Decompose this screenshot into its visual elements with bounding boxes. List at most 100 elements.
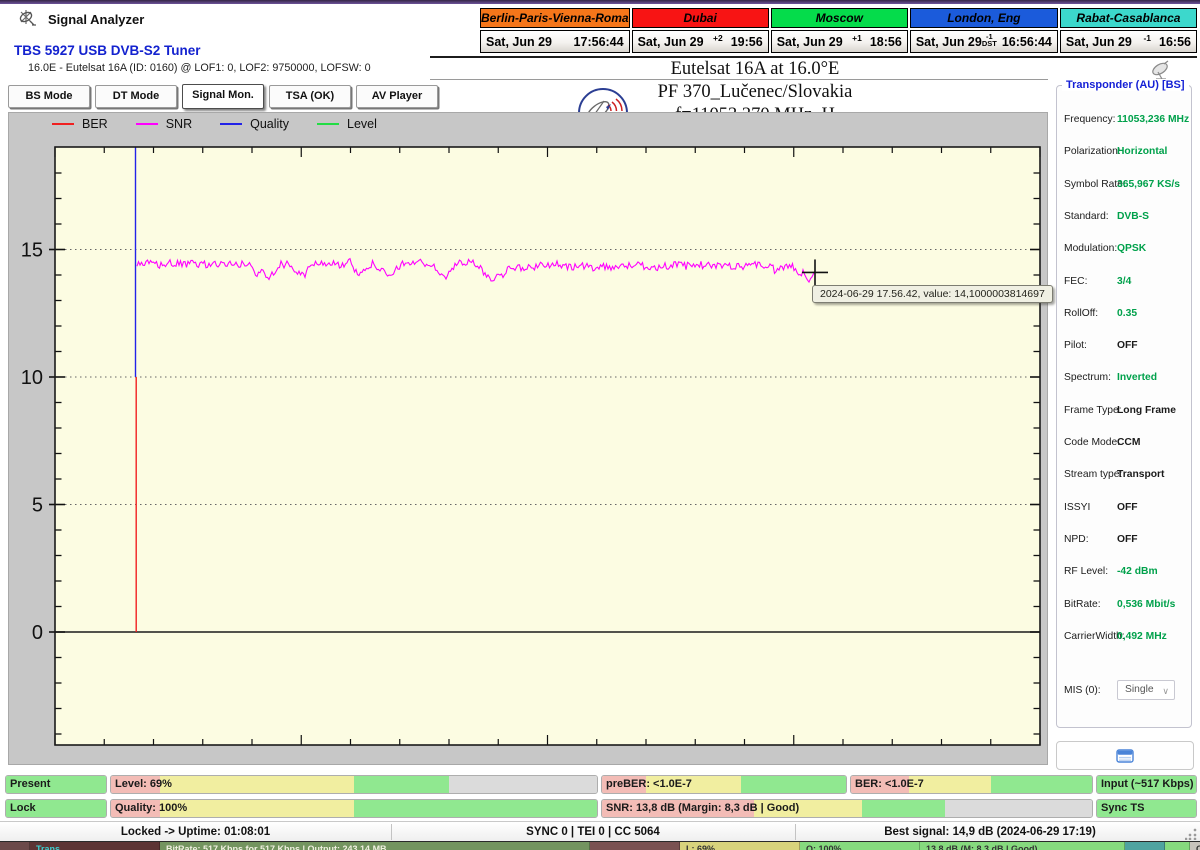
transponder-value-code-mode: CCM xyxy=(1117,437,1141,448)
status-bar-quality-100: Quality: 100% xyxy=(110,799,598,818)
tab-tsa-ok[interactable]: TSA (OK) xyxy=(269,85,351,108)
clock-zone-london-eng: London, Eng Sat, Jun 29 -1 DST 16:56:44 xyxy=(909,8,1058,53)
satellite-title: Eutelsat 16A at 16.0°E xyxy=(670,59,840,79)
clock-utc-offset: -1 xyxy=(1143,32,1152,43)
strip-segment: L: 69% xyxy=(680,842,800,850)
clock-dst-offset: -1 DST xyxy=(981,32,997,48)
world-clocks: Berlin-Paris-Vienna-Roma Sat, Jun 29 17:56… xyxy=(480,8,1198,53)
transponder-value-issyi: OFF xyxy=(1117,501,1138,513)
transponder-value-frequency: 11053,236 MHz xyxy=(1117,114,1190,125)
statusbar-uptime: Locked -> Uptime: 01:08:01 xyxy=(120,826,271,838)
transponder-value-rolloff: 0.35 xyxy=(1117,307,1138,319)
clock-city-label: Berlin-Paris-Vienna-Roma xyxy=(480,8,630,28)
transponder-value-pilot: OFF xyxy=(1117,340,1138,352)
clock-date: Sat, Jun 29 xyxy=(486,34,552,49)
status-bar-snr-13-8-db-margin-8-3-db-good: SNR: 13,8 dB (Margin: 8,3 dB | Good) xyxy=(601,799,1093,818)
clock-time-cell: Sat, Jun 29 -1 16:56 xyxy=(1059,30,1198,53)
tab-signal-mon[interactable]: Signal Mon. xyxy=(182,84,264,109)
signal-chart[interactable]: 0 5 10 15 xyxy=(8,112,1048,765)
satellite-dish-small-icon xyxy=(1152,60,1169,80)
strip-segment: Q: 100% xyxy=(800,842,920,850)
statusbar: Locked -> Uptime: 01:08:01 SYNC 0 | TEI … xyxy=(0,821,1200,841)
transponder-label-issyi: ISSYI xyxy=(1064,501,1091,513)
strip-segment: Control xyxy=(1190,842,1200,850)
bar-segment-gray xyxy=(945,800,1092,817)
status-bar-present: Present xyxy=(5,775,107,794)
transponder-label-bitrate: BitRate: xyxy=(1064,598,1101,610)
chart-tooltip: 2024-06-29 17.56.42, value: 14,100000381… xyxy=(812,285,1053,303)
clock-date: Sat, Jun 29 xyxy=(776,34,843,49)
transponder-label-rf-level: RF Level: xyxy=(1064,566,1109,578)
transponder-panel-title: Transponder (AU) [BS] xyxy=(1062,79,1189,91)
transponder-label-modulation: Modulation: xyxy=(1064,243,1118,255)
clock-time-value: 19:56 xyxy=(730,34,763,49)
clock-zone-dubai: Dubai Sat, Jun 29 +2 19:56 xyxy=(631,8,769,53)
list-icon xyxy=(1116,748,1134,763)
transponder-value-modulation: QPSK xyxy=(1117,243,1147,255)
plot-background xyxy=(55,147,1040,745)
status-bar-level-69: Level: 69% xyxy=(110,775,598,794)
clock-city-label: Rabat-Casablanca xyxy=(1059,8,1198,28)
bar-segment-gray xyxy=(448,776,597,793)
transponder-label-spectrum: Spectrum: xyxy=(1064,372,1111,384)
window-title: Signal Analyzer xyxy=(48,12,145,27)
clock-zone-berlin-paris-vienna-roma: Berlin-Paris-Vienna-Roma Sat, Jun 29 17:56… xyxy=(480,8,630,53)
clock-time-value: 18:56 xyxy=(869,34,902,49)
mis-selected-value: Single xyxy=(1125,684,1154,695)
bar-segment-green xyxy=(861,800,945,817)
tuner-config: 16.0E - Eutelsat 16A (ID: 0160) @ LOF1: … xyxy=(28,62,371,74)
transponder-value-stream-type: Transport xyxy=(1117,469,1165,481)
transponder-value-symbol-rate: 365,967 KS/s xyxy=(1117,178,1180,190)
transponder-label-npd: NPD: xyxy=(1064,533,1089,545)
transponder-label-polarization: Polarization: xyxy=(1064,146,1121,158)
list-button[interactable] xyxy=(1056,741,1194,770)
status-bar-sync-ts: Sync TS xyxy=(1096,799,1197,818)
satellite-dish-icon xyxy=(19,10,36,26)
bar-segment-yellow xyxy=(159,800,354,817)
tab-bs-mode[interactable]: BS Mode xyxy=(8,85,90,108)
transponder-value-polarization: Horizontal xyxy=(1117,146,1168,158)
strip-segment xyxy=(1125,842,1165,850)
bar-label: BER: <1.0E-7 xyxy=(855,778,924,790)
y-tick-label-5: 5 xyxy=(32,495,43,517)
bar-segment-green xyxy=(354,776,449,793)
y-tick-label-10: 10 xyxy=(21,367,43,389)
strip-segment: BitRate: 517 Kbps for 517 Kbps | Output:… xyxy=(160,842,590,850)
background-window-strip: Trans BitRate: 517 Kbps for 517 Kbps | Ou… xyxy=(0,842,1200,850)
mis-label: MIS (0): xyxy=(1064,685,1101,696)
statusbar-sync: SYNC 0 | TEI 0 | CC 5064 xyxy=(526,826,660,838)
status-bar-preber-1-0e-7: preBER: <1.0E-7 xyxy=(601,775,847,794)
bar-label: Lock xyxy=(10,802,36,814)
signal-analyzer-window: { "window": { "title": "Signal Analyzer"… xyxy=(0,0,1200,850)
y-tick-label-0: 0 xyxy=(32,622,43,644)
tab-dt-mode[interactable]: DT Mode xyxy=(95,85,177,108)
transponder-value-bitrate: 0,536 Mbit/s xyxy=(1117,598,1176,610)
strip-segment xyxy=(0,842,30,850)
transponder-label-rolloff: RollOff: xyxy=(1064,307,1099,319)
bar-label: Input (~517 Kbps) xyxy=(1101,778,1194,790)
bar-segment-green xyxy=(990,776,1092,793)
bar-segment-green xyxy=(354,800,597,817)
bar-segment-yellow xyxy=(159,776,354,793)
transponder-label-stream-type: Stream type: xyxy=(1064,469,1123,481)
resize-grip[interactable] xyxy=(1185,828,1197,840)
statusbar-best-signal: Best signal: 14,9 dB (2024-06-29 17:19) xyxy=(884,826,1096,838)
transponder-value-frame-type: Long Frame xyxy=(1117,404,1176,416)
clock-date: Sat, Jun 29 xyxy=(915,34,982,49)
mode-tabs: BS Mode DT Mode Signal Mon. TSA (OK) AV Play… xyxy=(8,84,438,109)
mis-dropdown[interactable]: Single ∨ xyxy=(1117,680,1175,700)
bar-label: Level: 69% xyxy=(115,778,172,790)
tab-av-player[interactable]: AV Player xyxy=(356,85,438,108)
transponder-value-npd: OFF xyxy=(1117,533,1138,545)
transponder-label-frame-type: Frame Type: xyxy=(1064,404,1122,416)
bar-label: Sync TS xyxy=(1101,802,1145,814)
clock-utc-offset: +2 xyxy=(713,32,723,43)
status-bar-ber-1-0e-7: BER: <1.0E-7 xyxy=(850,775,1093,794)
transponder-label-carrierwidth: CarrierWidth: xyxy=(1064,630,1125,642)
clock-utc-offset: +1 xyxy=(852,32,862,43)
clock-date: Sat, Jun 29 xyxy=(1065,34,1132,49)
transponder-value-fec: 3/4 xyxy=(1117,275,1132,287)
transponder-label-code-mode: Code Mode: xyxy=(1064,437,1121,448)
clock-zone-rabat-casablanca: Rabat-Casablanca Sat, Jun 29 -1 16:56 xyxy=(1059,8,1198,53)
clock-time-cell: Sat, Jun 29 17:56:44 xyxy=(480,30,630,53)
